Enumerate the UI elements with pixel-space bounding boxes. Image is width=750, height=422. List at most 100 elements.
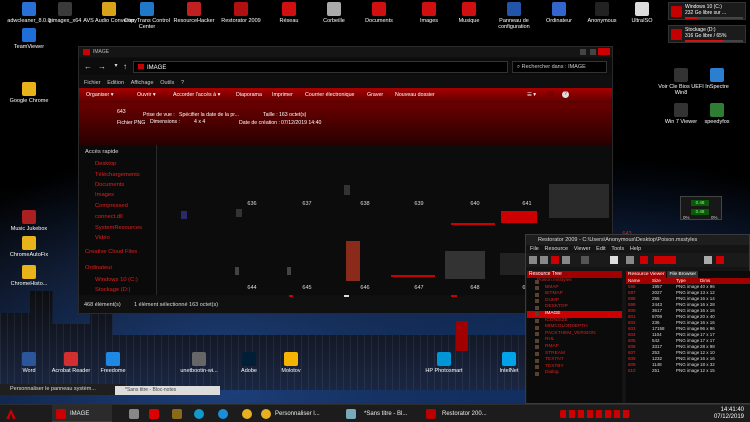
nav-item[interactable]: Compressed [95, 203, 128, 209]
desktop-icon[interactable]: speedyfox [690, 103, 744, 125]
menu-help[interactable]: ? [181, 79, 184, 88]
refresh-icon[interactable] [551, 256, 559, 264]
extract-icon[interactable] [581, 256, 589, 264]
up-icon[interactable]: ↑ [120, 62, 130, 71]
view-options-icon[interactable]: ☰ ▾ [527, 92, 536, 98]
taskbar-item-explorer[interactable]: IMAGE [52, 405, 112, 422]
tree-node[interactable]: RMAP [527, 344, 622, 351]
netflix-icon[interactable] [149, 409, 159, 419]
nav-item[interactable]: Images [95, 192, 114, 198]
desktop-icon[interactable]: UltraISO [615, 2, 669, 24]
explorer-titlebar[interactable]: IMAGE [79, 47, 612, 57]
wifi-app-icon[interactable] [194, 409, 204, 419]
menu-resource[interactable]: Resource [545, 245, 569, 253]
tray-icons[interactable] [560, 410, 630, 418]
menu-view[interactable]: Affichage [131, 79, 154, 88]
tree-node[interactable]: Dialog [527, 370, 622, 377]
back-icon[interactable] [562, 256, 570, 264]
tree-node[interactable]: Poison.msstyles [527, 278, 622, 285]
save-icon[interactable] [540, 256, 548, 264]
notepad-preview[interactable]: *Sans titre - Bloc-notes [115, 386, 220, 395]
file-item[interactable]: 647 [404, 285, 434, 291]
file-explorer-icon[interactable] [172, 409, 182, 419]
desktop-icon[interactable]: Music Jukebox [2, 210, 56, 232]
nav-item[interactable]: Vidéo [95, 235, 110, 241]
nav-item[interactable]: Creative Cloud Files [85, 249, 137, 255]
navigation-pane[interactable]: Accès rapide Desktop Téléchargements Docume… [79, 145, 157, 295]
new-folder-button[interactable]: Nouveau dossier [395, 92, 435, 98]
desktop-icon[interactable]: Freedome [86, 352, 140, 374]
resource-viewer[interactable]: Resource Viewer File Browser Name Size Type… [626, 271, 750, 403]
start-logo-icon[interactable] [6, 409, 16, 419]
desktop-icon[interactable]: HP Photosmart [417, 352, 471, 374]
resource-row[interactable]: 610 251 PNG image12 x 15 [626, 368, 750, 374]
desktop-icon[interactable]: ChromeAutoFix [2, 236, 56, 258]
edge-icon[interactable] [218, 409, 228, 419]
print-button[interactable]: Imprimer [272, 92, 293, 98]
open-button[interactable]: Ouvrir ▾ [137, 92, 156, 98]
resource-icon[interactable] [610, 256, 618, 264]
tree-node[interactable]: IMAGE [527, 310, 622, 318]
minimize-button[interactable] [580, 49, 586, 55]
menu-viewer[interactable]: Viewer [574, 245, 591, 253]
desktop-icon[interactable]: ResourceHacker [167, 2, 221, 24]
restorator-window[interactable]: Restorator 2009 - C:\Users\Anonymous\Des… [525, 234, 750, 404]
chrome-icon[interactable] [242, 409, 252, 419]
drive-widget-c[interactable]: Windows 10 (C:) 232 Go libre sur ... [668, 2, 746, 20]
file-item[interactable]: 638 [350, 201, 380, 207]
tree-node[interactable]: PACKTHEM_VERSION [527, 331, 622, 338]
desktop-icon[interactable]: Restorator 2009 [214, 2, 268, 24]
nav-item[interactable]: SystemResources [95, 225, 142, 231]
file-item[interactable]: 641 [512, 201, 542, 207]
tree-node[interactable]: TEXTBY [527, 364, 622, 371]
restorator-titlebar[interactable]: Restorator 2009 - C:\Users\Anonymous\Des… [526, 235, 749, 245]
tree-node[interactable]: DUMP [527, 298, 622, 305]
address-bar[interactable]: IMAGE [133, 61, 508, 73]
nav-item[interactable]: Documents [95, 182, 124, 188]
desktop-icon[interactable]: Documents [352, 2, 406, 24]
run-button[interactable] [654, 256, 676, 264]
file-item[interactable]: 646 [350, 285, 380, 291]
tab-resource-viewer[interactable]: Resource Viewer [626, 271, 667, 278]
taskbar-item-restorator[interactable]: Restorator 200... [420, 405, 498, 422]
tree-node[interactable]: STREAM [527, 351, 622, 358]
desktop-icon[interactable]: CopyTrans Control Center [120, 2, 174, 30]
preview-pane-icon[interactable] [547, 91, 554, 98]
maximize-button[interactable] [590, 49, 596, 55]
clock[interactable]: 14:41:40 07/12/2019 [714, 407, 744, 421]
menu-file[interactable]: File [530, 245, 539, 253]
tree-node[interactable]: BMAP [527, 285, 622, 292]
settings-icon[interactable] [716, 256, 724, 264]
menu-tools[interactable]: Tools [611, 245, 624, 253]
menu-edit[interactable]: Edit [596, 245, 605, 253]
nav-item[interactable]: Ordinateur [85, 265, 112, 271]
menu-file[interactable]: Fichier [84, 79, 101, 88]
desktop-icon[interactable]: InSpectre [690, 68, 744, 90]
search-input[interactable]: ⌕ Rechercher dans : IMAGE [512, 61, 607, 73]
menu-help[interactable]: Help [630, 245, 641, 253]
open-icon[interactable] [529, 256, 537, 264]
desktop-icon[interactable]: TeamViewer [2, 28, 56, 50]
desktop-icon[interactable]: Google Chrome [2, 82, 56, 104]
nav-item[interactable]: Stockage (D:) [95, 287, 130, 293]
close-button[interactable] [598, 48, 610, 55]
file-item[interactable]: 637 [292, 201, 322, 207]
task-view-icon[interactable] [129, 409, 139, 419]
keyboard-icon[interactable] [704, 256, 712, 264]
share-button[interactable]: Accorder l'accès à ▾ [173, 92, 220, 98]
tree-node[interactable]: BITMAP [527, 291, 622, 298]
file-item[interactable]: 645 [292, 285, 322, 291]
notification-toast[interactable]: Personnaliser le panneau systèm... [0, 384, 125, 395]
help-icon[interactable]: ? [562, 91, 569, 98]
file-item[interactable]: 644 [237, 285, 267, 291]
slideshow-button[interactable]: Diaporama [236, 92, 262, 98]
forward-icon[interactable]: → [97, 62, 107, 71]
file-item[interactable]: 640 [460, 201, 490, 207]
desktop-icon[interactable]: unetbootin-wi... [172, 352, 226, 374]
nav-item[interactable]: Téléchargements [95, 172, 140, 178]
tree-node[interactable]: RHL [527, 337, 622, 344]
drive-widget-d[interactable]: Stockage (D:) 316 Go libre / 65% [668, 25, 746, 43]
nav-item[interactable]: connect.dll [95, 214, 123, 220]
resource-tree[interactable]: Resource Tree Poison.msstyles BMAP BITMAP D… [527, 271, 622, 403]
file-item[interactable]: 648 [460, 285, 490, 291]
